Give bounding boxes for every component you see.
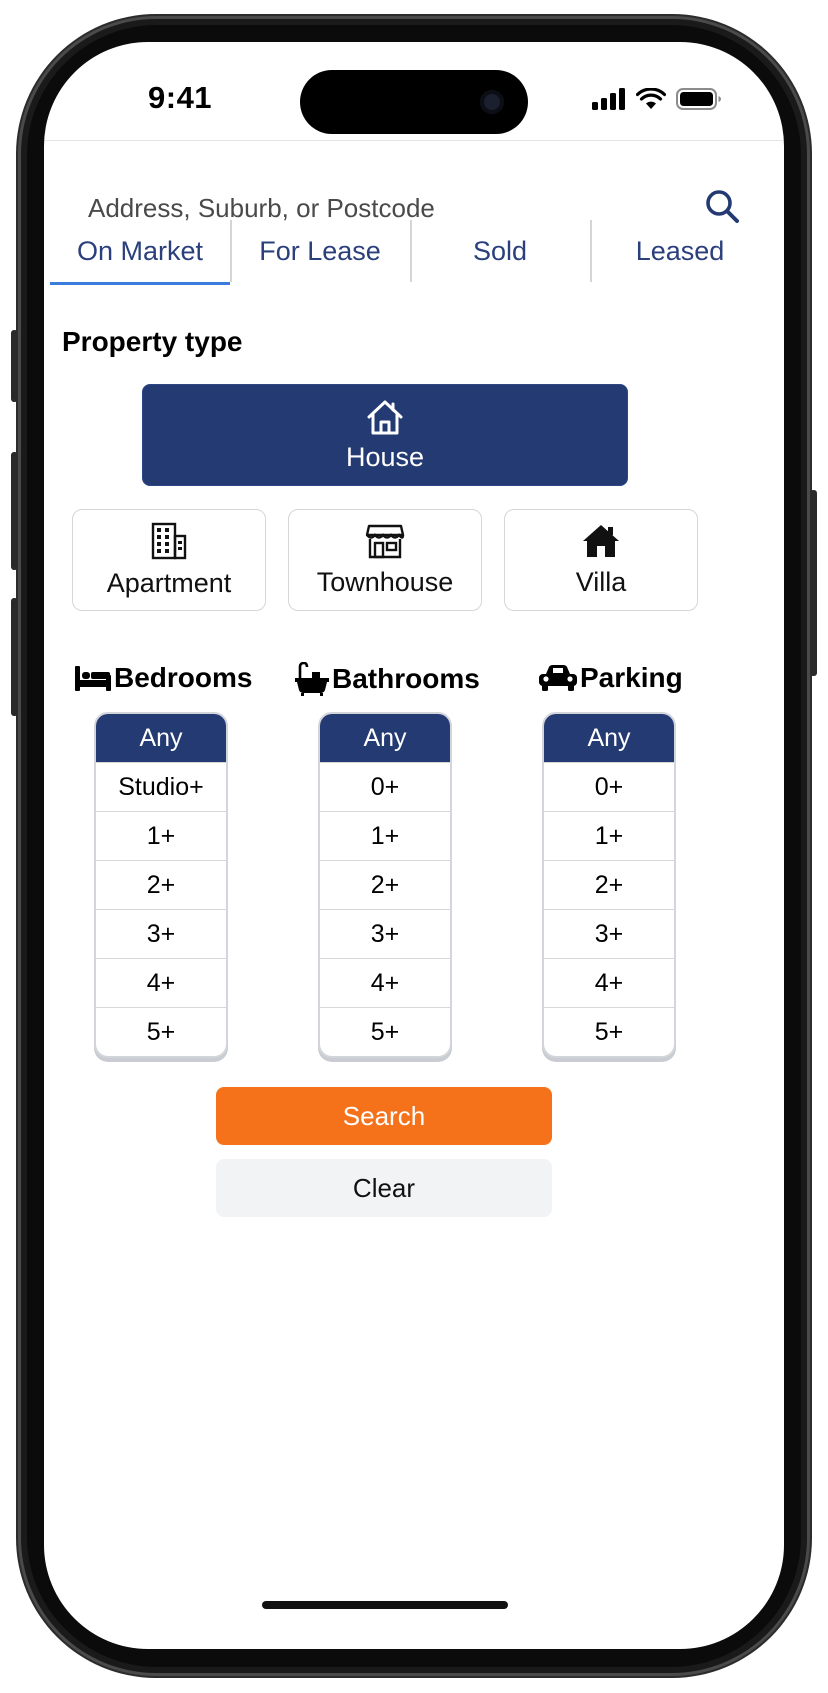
bathrooms-picker: Any 0+ 1+ 2+ 3+ 4+ 5+ bbox=[318, 712, 452, 1058]
camera-icon bbox=[480, 90, 504, 114]
bed-icon bbox=[75, 666, 111, 691]
bathrooms-option[interactable]: 5+ bbox=[320, 1007, 450, 1056]
battery-icon bbox=[676, 88, 721, 110]
parking-title: Parking bbox=[580, 662, 683, 693]
bathrooms-option[interactable]: 3+ bbox=[320, 909, 450, 958]
app-screen: 9:41 On Market For Lease Sold bbox=[44, 42, 784, 1649]
bedrooms-option[interactable]: 3+ bbox=[96, 909, 226, 958]
apartment-label: Apartment bbox=[106, 567, 232, 598]
parking-option[interactable]: 2+ bbox=[544, 860, 674, 909]
header-divider bbox=[44, 140, 784, 141]
building-icon bbox=[151, 522, 187, 559]
bathrooms-option[interactable]: 1+ bbox=[320, 811, 450, 860]
bathrooms-title: Bathrooms bbox=[332, 663, 480, 694]
parking-option[interactable]: 5+ bbox=[544, 1007, 674, 1056]
tab-leased[interactable]: Leased bbox=[590, 220, 770, 282]
bedrooms-option[interactable]: 2+ bbox=[96, 860, 226, 909]
tab-for-lease[interactable]: For Lease bbox=[230, 220, 410, 282]
parking-picker: Any 0+ 1+ 2+ 3+ 4+ 5+ bbox=[542, 712, 676, 1058]
property-type-title: Property type bbox=[62, 326, 243, 357]
bedrooms-option[interactable]: Any bbox=[96, 714, 226, 762]
bathrooms-option[interactable]: 4+ bbox=[320, 958, 450, 1007]
power-button bbox=[810, 490, 817, 676]
bedrooms-heading: Bedrooms bbox=[74, 662, 252, 694]
bedrooms-option[interactable]: Studio+ bbox=[96, 762, 226, 811]
search-button[interactable]: Search bbox=[216, 1087, 552, 1145]
volume-down-button bbox=[11, 598, 18, 716]
tab-on-market[interactable]: On Market bbox=[50, 220, 230, 285]
bath-icon bbox=[295, 662, 329, 696]
bedrooms-option[interactable]: 4+ bbox=[96, 958, 226, 1007]
bathrooms-option[interactable]: 0+ bbox=[320, 762, 450, 811]
bedrooms-option[interactable]: 5+ bbox=[96, 1007, 226, 1056]
search-icon[interactable] bbox=[704, 188, 740, 224]
dynamic-island bbox=[300, 70, 528, 134]
bathrooms-heading: Bathrooms bbox=[294, 662, 480, 696]
parking-option[interactable]: 1+ bbox=[544, 811, 674, 860]
townhouse-label: Townhouse bbox=[316, 566, 454, 597]
bedrooms-option[interactable]: 1+ bbox=[96, 811, 226, 860]
status-time: 9:41 bbox=[148, 80, 213, 115]
house-label: House bbox=[345, 441, 425, 472]
parking-option[interactable]: Any bbox=[544, 714, 674, 762]
signal-icon bbox=[592, 88, 625, 110]
home-indicator[interactable] bbox=[262, 1601, 508, 1609]
property-type-house-button[interactable]: House bbox=[142, 384, 628, 486]
car-icon bbox=[539, 665, 577, 691]
property-type-villa-button[interactable]: Villa bbox=[504, 509, 698, 611]
store-icon bbox=[365, 524, 405, 558]
property-type-townhouse-button[interactable]: Townhouse bbox=[288, 509, 482, 611]
villa-label: Villa bbox=[575, 566, 627, 597]
status-icons bbox=[592, 88, 722, 110]
parking-option[interactable]: 4+ bbox=[544, 958, 674, 1007]
bedrooms-title: Bedrooms bbox=[114, 662, 253, 693]
volume-up-button bbox=[11, 452, 18, 570]
clear-button[interactable]: Clear bbox=[216, 1159, 552, 1217]
listing-tabs: On Market For Lease Sold Leased bbox=[50, 220, 770, 286]
bathrooms-option[interactable]: 2+ bbox=[320, 860, 450, 909]
wifi-icon bbox=[636, 88, 666, 109]
parking-option[interactable]: 0+ bbox=[544, 762, 674, 811]
action-button bbox=[11, 330, 18, 402]
bathrooms-option[interactable]: Any bbox=[320, 714, 450, 762]
parking-heading: Parking bbox=[538, 662, 683, 694]
house-icon bbox=[367, 400, 403, 434]
bedrooms-picker: Any Studio+ 1+ 2+ 3+ 4+ 5+ bbox=[94, 712, 228, 1058]
parking-option[interactable]: 3+ bbox=[544, 909, 674, 958]
property-type-apartment-button[interactable]: Apartment bbox=[72, 509, 266, 611]
home-solid-icon bbox=[583, 524, 619, 557]
tab-sold[interactable]: Sold bbox=[410, 220, 590, 282]
